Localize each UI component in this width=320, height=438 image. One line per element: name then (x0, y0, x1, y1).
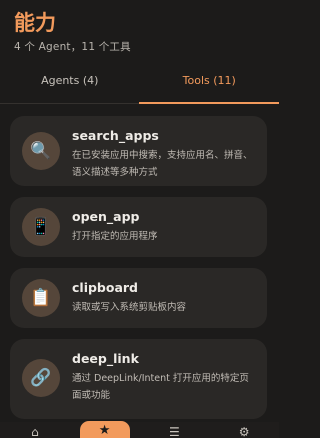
page-title: 能力 (14, 11, 56, 35)
star-icon: ★ (79, 421, 130, 438)
nav-capabilities[interactable]: ★ (70, 421, 140, 438)
tool-list: 🔍 search_apps 在已安装应用中搜索，支持应用名、拼音、语义描述等多种… (10, 116, 267, 430)
settings-icon: ⚙ (238, 425, 250, 438)
tool-name: search_apps (72, 128, 159, 143)
tool-name: deep_link (72, 351, 139, 366)
nav-list[interactable]: ☰ (140, 422, 210, 438)
nav-home[interactable]: ⌂ (0, 422, 70, 438)
tool-name: clipboard (72, 280, 139, 295)
tab-agents[interactable]: Agents (4) (0, 57, 140, 103)
nav-settings[interactable]: ⚙ (209, 422, 279, 438)
tool-card-deep-link[interactable]: 🔗 deep_link 通过 DeepLink/Intent 打开应用的特定页面… (10, 339, 267, 419)
tool-name: open_app (72, 209, 140, 224)
link-icon: 🔗 (22, 359, 60, 397)
tab-indicator (139, 102, 279, 104)
search-icon: 🔍 (22, 132, 60, 170)
header: 能力 4 个 Agent，11 个工具 (0, 0, 279, 57)
list-icon: ☰ (168, 425, 180, 438)
tool-card-open-app[interactable]: 📱 open_app 打开指定的应用程序 (10, 197, 267, 257)
app-root: 能力 4 个 Agent，11 个工具 Agents (4) Tools (11… (0, 0, 279, 438)
tab-tools[interactable]: Tools (11) (140, 57, 280, 103)
page-subtitle: 4 个 Agent，11 个工具 (14, 41, 131, 53)
home-icon: ⌂ (31, 425, 39, 438)
phone-icon: 📱 (22, 208, 60, 246)
tool-desc: 读取或写入系统剪贴板内容 (72, 302, 187, 313)
tool-desc: 在已安装应用中搜索，支持应用名、拼音、语义描述等多种方式 (72, 150, 253, 178)
clipboard-icon: 📋 (22, 279, 60, 317)
tool-desc: 通过 DeepLink/Intent 打开应用的特定页面或功能 (72, 373, 249, 401)
tool-card-search-apps[interactable]: 🔍 search_apps 在已安装应用中搜索，支持应用名、拼音、语义描述等多种… (10, 116, 267, 186)
bottom-nav: ⌂ ★ ☰ ⚙ (0, 421, 279, 438)
tab-bar: Agents (4) Tools (11) (0, 57, 279, 104)
tool-card-clipboard[interactable]: 📋 clipboard 读取或写入系统剪贴板内容 (10, 268, 267, 328)
tool-desc: 打开指定的应用程序 (72, 231, 158, 242)
